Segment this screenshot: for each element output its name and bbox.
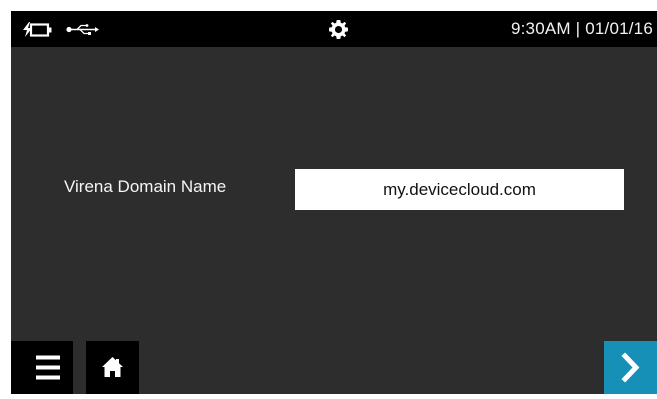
domain-name-label: Virena Domain Name <box>64 177 227 196</box>
device-screen: 9:30AM | 01/01/16 Virena Domain Name <box>11 11 657 394</box>
chevron-right-icon <box>621 352 640 383</box>
menu-icon <box>36 355 60 380</box>
battery-charging-icon <box>23 22 52 37</box>
next-button[interactable] <box>604 341 657 394</box>
home-icon <box>102 357 123 377</box>
datetime-display: 9:30AM | 01/01/16 <box>510 19 653 38</box>
menu-button[interactable] <box>11 341 73 394</box>
gear-icon[interactable] <box>329 20 348 39</box>
status-bar: 9:30AM | 01/01/16 <box>11 11 657 47</box>
home-button[interactable] <box>86 341 139 394</box>
usb-icon <box>66 24 99 35</box>
domain-name-input[interactable] <box>295 169 624 210</box>
